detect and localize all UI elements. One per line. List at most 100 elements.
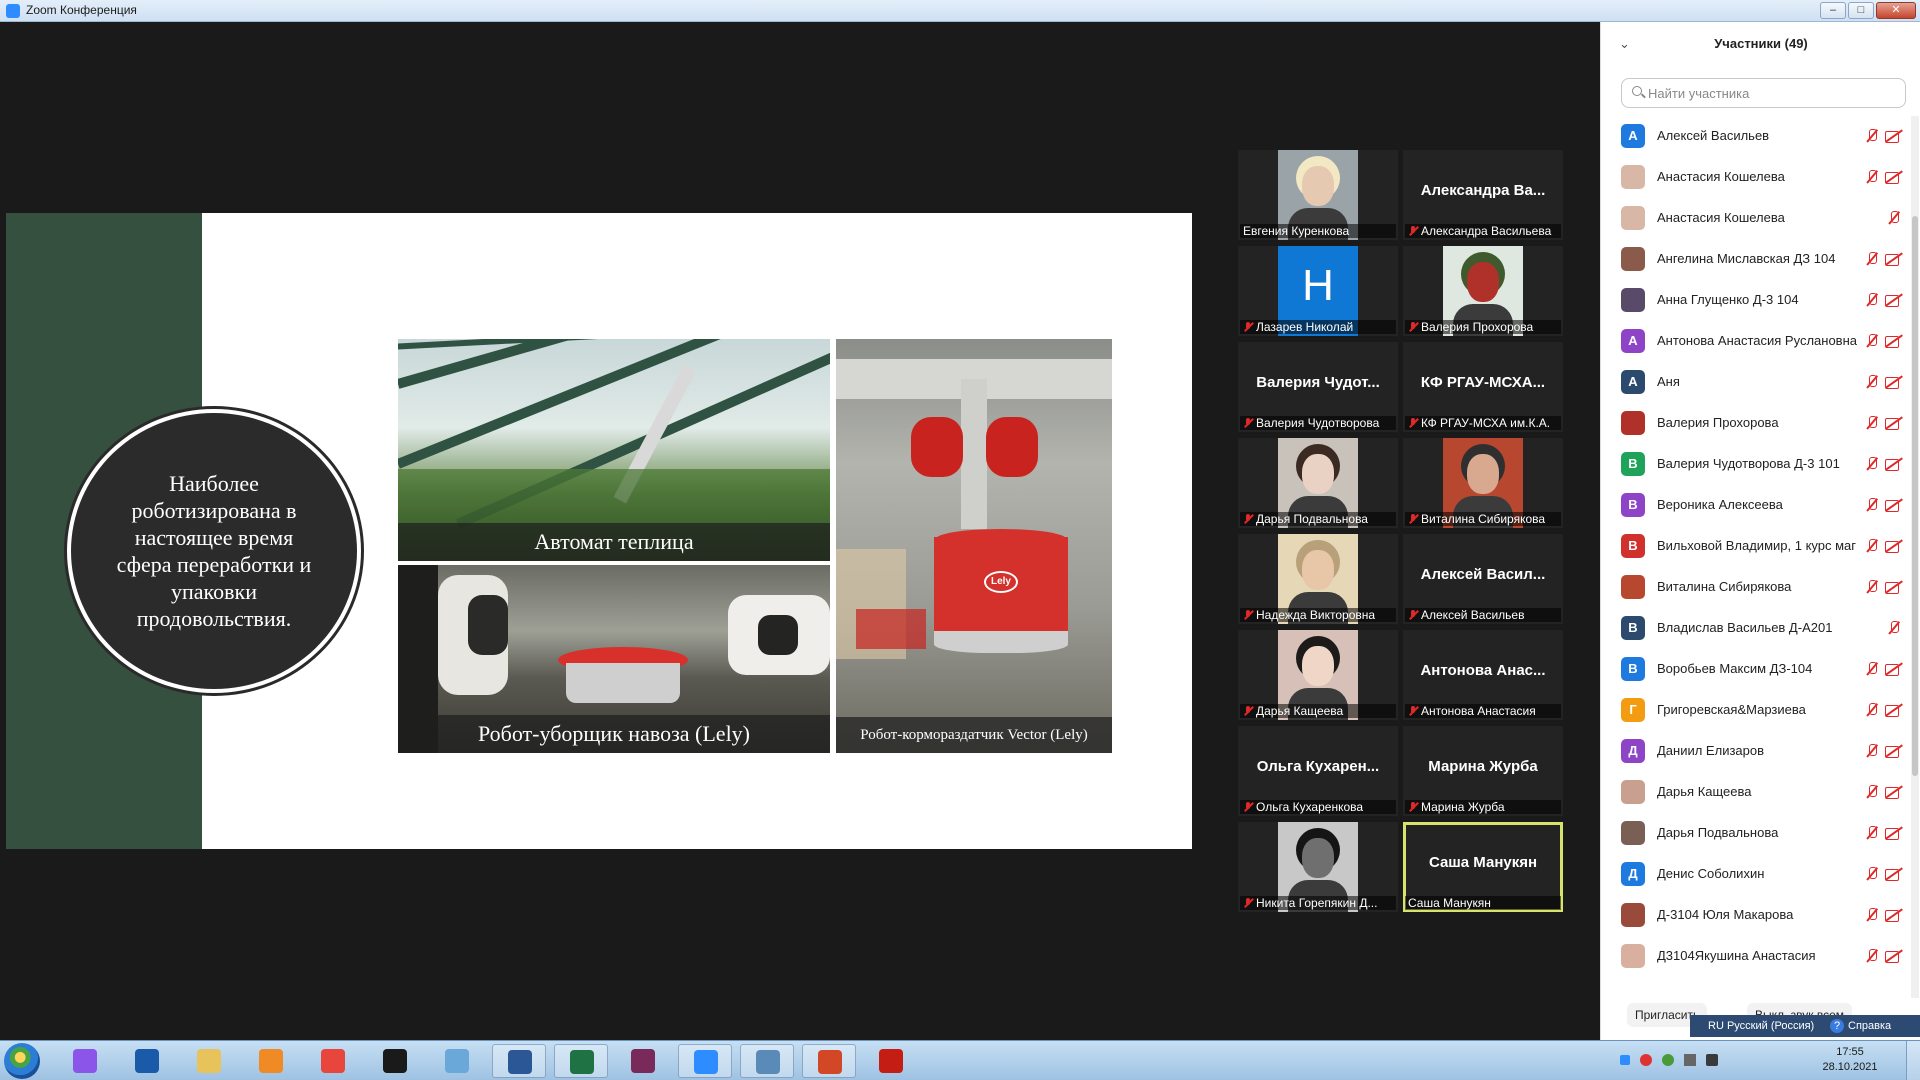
taskbar-item[interactable] [616, 1044, 670, 1078]
participant-row[interactable]: А Антонова Анастасия Руслановна [1601, 321, 1911, 362]
mic-muted-icon[interactable] [1865, 539, 1879, 553]
taskbar-item[interactable] [740, 1044, 794, 1078]
participant-row[interactable]: Анастасия Кошелева [1601, 198, 1911, 239]
participant-row[interactable]: В Вильховой Владимир, 1 курс маг [1601, 526, 1911, 567]
mic-muted-icon[interactable] [1865, 703, 1879, 717]
help-icon[interactable]: ? [1830, 1019, 1844, 1033]
minimize-button[interactable]: – [1820, 2, 1846, 19]
participant-row[interactable]: Д Денис Соболихин [1601, 854, 1911, 895]
participant-row[interactable]: А Аня [1601, 362, 1911, 403]
network-icon[interactable] [1684, 1054, 1696, 1066]
participant-row[interactable]: Анна Глущенко Д-3 104 [1601, 280, 1911, 321]
mic-muted-icon[interactable] [1865, 375, 1879, 389]
camera-off-icon[interactable] [1885, 540, 1903, 553]
video-tile[interactable]: Надежда Викторовна [1238, 534, 1398, 624]
camera-off-icon[interactable] [1885, 171, 1903, 184]
video-tile[interactable]: Саша Манукян Саша Манукян [1403, 822, 1563, 912]
taskbar-item[interactable] [678, 1044, 732, 1078]
camera-off-icon[interactable] [1885, 458, 1903, 471]
show-desktop-button[interactable] [1906, 1041, 1920, 1080]
mic-muted-icon[interactable] [1865, 949, 1879, 963]
camera-off-icon[interactable] [1885, 663, 1903, 676]
video-tile[interactable]: Марина Журба Марина Журба [1403, 726, 1563, 816]
video-tile[interactable]: Алексей Васил... Алексей Васильев [1403, 534, 1563, 624]
camera-off-icon[interactable] [1885, 417, 1903, 430]
mic-muted-icon[interactable] [1865, 416, 1879, 430]
mic-muted-icon[interactable] [1865, 334, 1879, 348]
taskbar-item[interactable] [58, 1044, 112, 1078]
mic-muted-icon[interactable] [1865, 293, 1879, 307]
mic-muted-icon[interactable] [1865, 580, 1879, 594]
video-tile[interactable]: H Лазарев Николай [1238, 246, 1398, 336]
video-tile[interactable]: Евгения Куренкова [1238, 150, 1398, 240]
video-tile[interactable]: КФ РГАУ-МСХА... КФ РГАУ-МСХА им.К.А. [1403, 342, 1563, 432]
camera-off-icon[interactable] [1885, 909, 1903, 922]
mic-muted-icon[interactable] [1865, 457, 1879, 471]
mic-muted-icon[interactable] [1865, 785, 1879, 799]
camera-off-icon[interactable] [1885, 704, 1903, 717]
scrollbar-thumb[interactable] [1912, 216, 1918, 776]
yandex-tray-icon[interactable] [1640, 1054, 1652, 1066]
participant-row[interactable]: Валерия Прохорова [1601, 403, 1911, 444]
participant-row[interactable]: В Воробьев Максим ДЗ-104 [1601, 649, 1911, 690]
mic-muted-icon[interactable] [1865, 662, 1879, 676]
video-tile[interactable]: Валерия Прохорова [1403, 246, 1563, 336]
mic-muted-icon[interactable] [1865, 129, 1879, 143]
video-tile[interactable]: Дарья Кащеева [1238, 630, 1398, 720]
video-tile[interactable]: Ольга Кухарен... Ольга Кухаренкова [1238, 726, 1398, 816]
shield-icon[interactable] [1662, 1054, 1674, 1066]
taskbar-item[interactable] [368, 1044, 422, 1078]
camera-off-icon[interactable] [1885, 130, 1903, 143]
taskbar-item[interactable] [802, 1044, 856, 1078]
video-tile[interactable]: Александра Ва... Александра Васильева [1403, 150, 1563, 240]
camera-off-icon[interactable] [1885, 376, 1903, 389]
camera-off-icon[interactable] [1885, 827, 1903, 840]
participant-row[interactable]: Ангелина Миславская ДЗ 104 [1601, 239, 1911, 280]
taskbar-item[interactable] [492, 1044, 546, 1078]
start-button[interactable] [4, 1043, 40, 1079]
participant-search-input[interactable] [1648, 84, 1898, 102]
taskbar-item[interactable] [306, 1044, 360, 1078]
video-tile[interactable]: Никита Горепякин Д... [1238, 822, 1398, 912]
mic-muted-icon[interactable] [1865, 908, 1879, 922]
participant-row[interactable]: А Алексей Васильев [1601, 116, 1911, 157]
camera-off-icon[interactable] [1885, 950, 1903, 963]
video-tile[interactable]: Антонова Анас... Антонова Анастасия [1403, 630, 1563, 720]
participant-row[interactable]: В Валерия Чудотворова Д-3 101 [1601, 444, 1911, 485]
participant-row[interactable]: Д Даниил Елизаров [1601, 731, 1911, 772]
mic-muted-icon[interactable] [1865, 498, 1879, 512]
taskbar-item[interactable] [554, 1044, 608, 1078]
participant-row[interactable]: Д3104Якушина Анастасия [1601, 936, 1911, 977]
mic-muted-icon[interactable] [1865, 826, 1879, 840]
language-indicator[interactable]: RU Русский (Россия) [1708, 1015, 1814, 1037]
participant-row[interactable]: Дарья Кащеева [1601, 772, 1911, 813]
taskbar-item[interactable] [182, 1044, 236, 1078]
participant-row[interactable]: В Вероника Алексеева [1601, 485, 1911, 526]
taskbar-item[interactable] [120, 1044, 174, 1078]
video-tile[interactable]: Валерия Чудот... Валерия Чудотворова [1238, 342, 1398, 432]
video-tile[interactable]: Дарья Подвальнова [1238, 438, 1398, 528]
zoom-tray-icon[interactable] [1620, 1055, 1630, 1065]
participant-row[interactable]: Анастасия Кошелева [1601, 157, 1911, 198]
camera-off-icon[interactable] [1885, 335, 1903, 348]
camera-off-icon[interactable] [1885, 868, 1903, 881]
participant-row[interactable]: Виталина Сибирякова [1601, 567, 1911, 608]
camera-off-icon[interactable] [1885, 294, 1903, 307]
camera-off-icon[interactable] [1885, 499, 1903, 512]
video-tile[interactable]: Виталина Сибирякова [1403, 438, 1563, 528]
mic-muted-icon[interactable] [1865, 744, 1879, 758]
taskbar-item[interactable] [864, 1044, 918, 1078]
maximize-button[interactable]: □ [1848, 2, 1874, 19]
clock[interactable]: 17:55 28.10.2021 [1810, 1045, 1890, 1075]
mic-muted-icon[interactable] [1865, 170, 1879, 184]
camera-off-icon[interactable] [1885, 745, 1903, 758]
help-link[interactable]: Справка [1848, 1015, 1891, 1037]
participant-search[interactable] [1621, 78, 1906, 108]
taskbar-item[interactable] [430, 1044, 484, 1078]
camera-off-icon[interactable] [1885, 581, 1903, 594]
camera-off-icon[interactable] [1885, 253, 1903, 266]
participants-scrollbar[interactable] [1911, 116, 1919, 1006]
taskbar-item[interactable] [244, 1044, 298, 1078]
participant-row[interactable]: Д-3104 Юля Макарова [1601, 895, 1911, 936]
participant-row[interactable]: В Владислав Васильев Д-А201 [1601, 608, 1911, 649]
